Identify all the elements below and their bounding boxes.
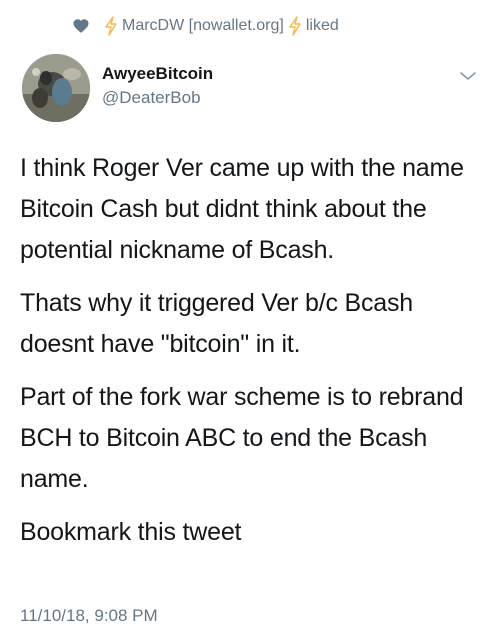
tweet-paragraph: Part of the fork war scheme is to rebran… xyxy=(20,383,464,493)
avatar[interactable] xyxy=(22,54,90,122)
author-handle[interactable]: @DeaterBob xyxy=(102,88,201,108)
lightning-bolt-icon xyxy=(104,16,118,36)
social-context: MarcDW [nowallet.org] liked xyxy=(72,12,341,40)
tweet-timestamp[interactable]: 11/10/18, 9:08 PM xyxy=(20,606,158,626)
tweet-paragraph: I think Roger Ver came up with the name … xyxy=(20,154,464,264)
context-user-link[interactable]: MarcDW [nowallet.org] xyxy=(122,17,284,35)
tweet-paragraph: Bookmark this tweet xyxy=(20,518,242,546)
tweet-text: I think Roger Ver came up with the name … xyxy=(20,148,482,553)
tweet-paragraph: Thats why it triggered Ver b/c Bcash doe… xyxy=(20,289,413,358)
heart-icon xyxy=(72,17,90,35)
lightning-bolt-icon xyxy=(288,16,302,36)
author-display-name[interactable]: AwyeeBitcoin xyxy=(102,64,213,84)
chevron-down-icon[interactable] xyxy=(456,64,480,88)
context-action-label: liked xyxy=(305,17,339,34)
